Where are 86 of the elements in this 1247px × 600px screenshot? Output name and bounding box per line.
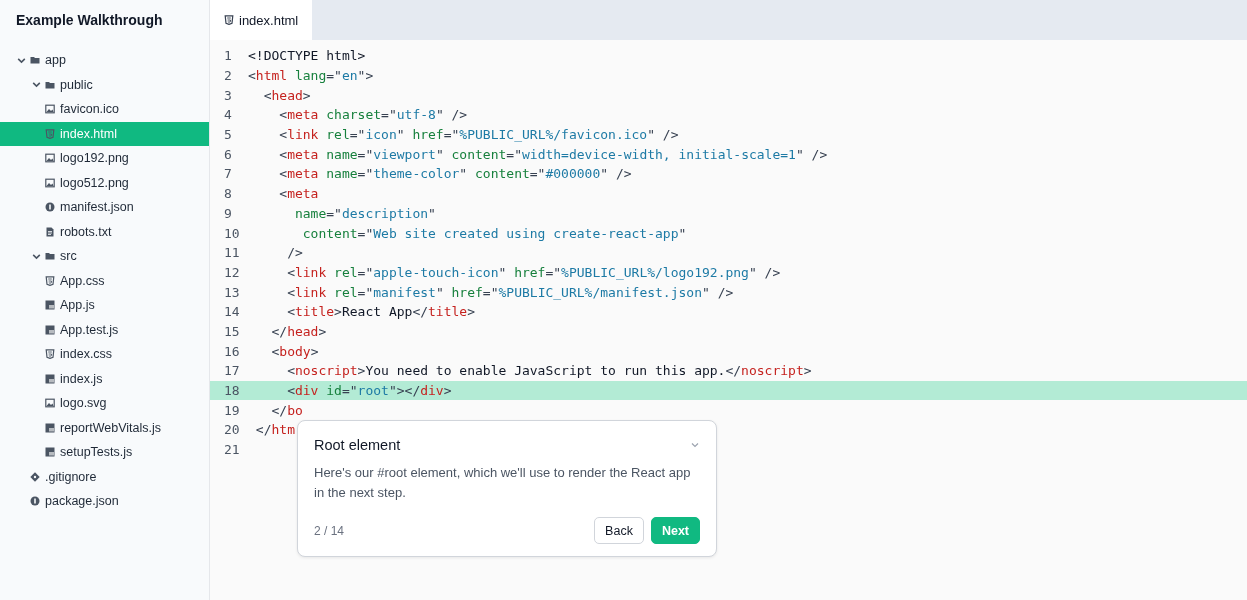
json-file-icon — [45, 202, 55, 213]
popover-text: Here's our #root element, which we'll use to render the React app in the next step. — [314, 464, 692, 502]
file-tree-item[interactable]: App.test.js — [0, 317, 209, 342]
file-tree-item[interactable]: index.css — [0, 342, 209, 367]
line-number: 1 — [223, 48, 233, 64]
code-line: <link rel="apple-touch-icon" href="%PUBLIC_URL%/logo192.png" /> — [286, 264, 781, 280]
line-number: 2 — [223, 68, 233, 84]
code-line: content="Web site created using create-react-app" — [301, 225, 687, 241]
file-tree-item[interactable]: public — [0, 72, 209, 97]
code-line: <head> — [262, 87, 311, 103]
css-file-icon — [45, 349, 55, 360]
line-number: 19 — [223, 402, 241, 418]
image-file-icon — [45, 177, 55, 188]
js-file-icon — [45, 373, 55, 384]
code-line: <html lang="en"> — [248, 68, 374, 84]
code-line: <meta name="theme-color" content="#000000" /> — [278, 166, 632, 182]
folder-icon — [45, 251, 55, 262]
line-number: 9 — [223, 205, 233, 221]
code-line: name="description" — [293, 205, 436, 221]
line-number: 3 — [223, 87, 233, 103]
image-file-icon — [45, 398, 55, 409]
html-file-icon — [224, 15, 234, 25]
file-tree-item[interactable]: App.css — [0, 268, 209, 293]
line-number: 18 — [223, 383, 241, 399]
line-number: 20 — [223, 422, 241, 438]
file-tree-item[interactable]: favicon.ico — [0, 97, 209, 122]
file-tree-item[interactable]: App.js — [0, 293, 209, 318]
code-line: </htm — [254, 422, 295, 438]
js-file-icon — [45, 422, 55, 433]
code-line: <meta charset="utf-8" /> — [278, 107, 468, 123]
file-tree-item[interactable]: app — [0, 48, 209, 73]
code-line: <title>React App</title> — [286, 304, 475, 320]
chevron-icon[interactable] — [690, 440, 700, 450]
line-number: 4 — [223, 107, 233, 123]
line-number: 14 — [223, 304, 241, 320]
js-file-icon — [45, 447, 55, 458]
code-line: <link rel="manifest" href="%PUBLIC_URL%/manifest.json" /> — [286, 284, 734, 300]
folder-icon — [45, 79, 55, 90]
line-number: 15 — [223, 323, 241, 339]
json-file-icon — [30, 496, 40, 507]
text-file-icon — [45, 226, 55, 237]
file-tab[interactable]: index.html — [210, 0, 313, 40]
file-tree-item[interactable]: logo192.png — [0, 146, 209, 171]
file-tree-item[interactable]: logo.svg — [0, 391, 209, 416]
code-line: <!DOCTYPE html> — [248, 48, 366, 64]
git-icon — [30, 471, 40, 482]
code-line: <meta — [278, 186, 319, 202]
line-number: 8 — [223, 186, 233, 202]
file-tree-item[interactable]: package.json — [0, 489, 209, 514]
file-tree-item[interactable]: reportWebVitals.js — [0, 415, 209, 440]
popover-title: Root element — [314, 437, 401, 453]
file-tree-item[interactable]: manifest.json — [0, 195, 209, 220]
image-file-icon — [45, 153, 55, 164]
file-tree-item[interactable]: logo512.png — [0, 170, 209, 195]
code-line: </bo — [270, 402, 303, 418]
file-tree-item[interactable]: setupTests.js — [0, 440, 209, 465]
js-file-icon — [45, 324, 55, 335]
code-line: <div id="root"></div> — [286, 383, 452, 399]
file-tree-item[interactable]: index.js — [0, 366, 209, 391]
code-line: <noscript>You need to enable JavaScript to run this app.</noscript> — [286, 363, 812, 379]
line-number: 21 — [223, 442, 241, 458]
line-number: 5 — [223, 127, 233, 143]
line-number: 17 — [223, 363, 241, 379]
file-tree-item[interactable]: src — [0, 244, 209, 269]
code-line: <link rel="icon" href="%PUBLIC_URL%/favicon.ico" /> — [278, 127, 679, 143]
line-number: 12 — [223, 264, 241, 280]
file-tree-item[interactable]: robots.txt — [0, 219, 209, 244]
html-file-icon — [45, 128, 55, 139]
line-number: 7 — [223, 166, 233, 182]
project-title: Example Walkthrough — [15, 11, 164, 30]
file-tree-item[interactable]: .gitignore — [0, 464, 209, 489]
line-number: 16 — [223, 343, 241, 359]
code-line: /> — [286, 245, 303, 261]
js-file-icon — [45, 300, 55, 311]
line-number: 10 — [223, 225, 241, 241]
folder-icon — [30, 55, 40, 66]
line-number: 13 — [223, 284, 241, 300]
line-number: 6 — [223, 146, 233, 162]
code-line: <body> — [270, 343, 319, 359]
code-line: </head> — [270, 323, 327, 339]
step-counter: 2 / 14 — [314, 523, 345, 538]
css-file-icon — [45, 275, 55, 286]
back-button[interactable]: Back — [594, 517, 644, 544]
image-file-icon — [45, 104, 55, 115]
code-line: <meta name="viewport" content="width=device-width, initial-scale=1" /> — [278, 146, 828, 162]
line-number: 11 — [223, 245, 241, 261]
